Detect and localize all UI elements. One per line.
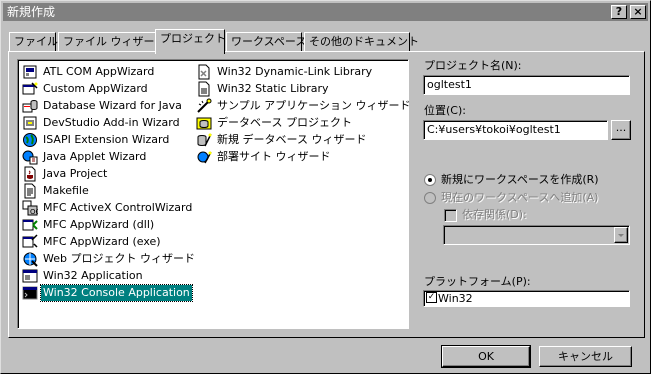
tab-workspace[interactable]: ワークスペース (226, 32, 306, 52)
dependency-checkbox[interactable] (444, 209, 457, 222)
platform-list[interactable]: ✓ Win32 (423, 290, 630, 307)
win32-app-icon (22, 269, 38, 283)
addin-icon (23, 116, 37, 130)
new-workspace-label: 新規にワークスペースを作成(R) (441, 173, 599, 186)
platform-checkbox[interactable]: ✓ (426, 292, 437, 303)
mfc-dll-icon (22, 219, 38, 231)
cancel-button[interactable]: キャンセル (539, 346, 632, 367)
chevron-down-icon (618, 234, 624, 237)
java-applet-icon (22, 150, 38, 165)
location-input[interactable]: C:¥users¥tokoi¥ogltest1 (423, 120, 608, 140)
add-workspace-label: 現在のワークスペースへ追加(A) (441, 191, 599, 204)
project-name-input[interactable]: ogltest1 (423, 75, 630, 95)
atl-icon (23, 65, 37, 79)
sample-wizard-icon (197, 98, 212, 113)
wizard-icon (22, 82, 38, 95)
title-bar[interactable]: 新規作成 ? × (3, 3, 648, 21)
globe-icon (23, 133, 37, 147)
dll-icon (198, 64, 210, 80)
web-icon (23, 252, 38, 267)
location-label: 位置(C): (424, 104, 466, 117)
tab-other-documents[interactable]: その他のドキュメント (304, 32, 419, 52)
ok-button[interactable]: OK (441, 345, 531, 368)
tab-file[interactable]: ファイル (9, 32, 58, 52)
new-workspace-radio[interactable] (424, 174, 436, 186)
new-db-wizard-icon (197, 133, 212, 147)
database-icon (22, 100, 38, 113)
project-type-list[interactable]: ATL COM AppWizard Custom AppWizard Datab… (17, 59, 410, 329)
platform-label: プラットフォーム(P): (424, 275, 531, 288)
activex-icon: OCX (22, 200, 38, 216)
tab-file-wizard[interactable]: ファイル ウィザード (58, 32, 166, 52)
dependency-label: 依存関係(D): (462, 208, 527, 221)
help-button[interactable]: ? (611, 5, 627, 19)
mfc-exe-icon (22, 234, 38, 248)
console-icon (22, 286, 38, 300)
dependency-dropdown-button[interactable] (614, 227, 628, 243)
tab-project[interactable]: プロジェクト (155, 29, 226, 54)
java-icon (24, 166, 36, 182)
lib-icon (198, 81, 210, 97)
dependency-select[interactable] (443, 225, 630, 245)
new-dialog-window: 新規作成 ? × ファイル ファイル ウィザード プロジェクト ワークスペース … (0, 0, 651, 374)
window-title: 新規作成 (7, 5, 56, 19)
browse-button[interactable]: ... (611, 120, 631, 140)
svg-text:OCX: OCX (30, 208, 38, 216)
add-workspace-radio[interactable] (424, 192, 436, 204)
project-name-label: プロジェクト名(N): (424, 59, 522, 72)
platform-item-label: Win32 (438, 292, 473, 305)
close-button[interactable]: × (630, 5, 646, 19)
db-project-icon (196, 117, 212, 130)
makefile-icon (24, 183, 36, 199)
dept-site-icon (197, 151, 212, 164)
